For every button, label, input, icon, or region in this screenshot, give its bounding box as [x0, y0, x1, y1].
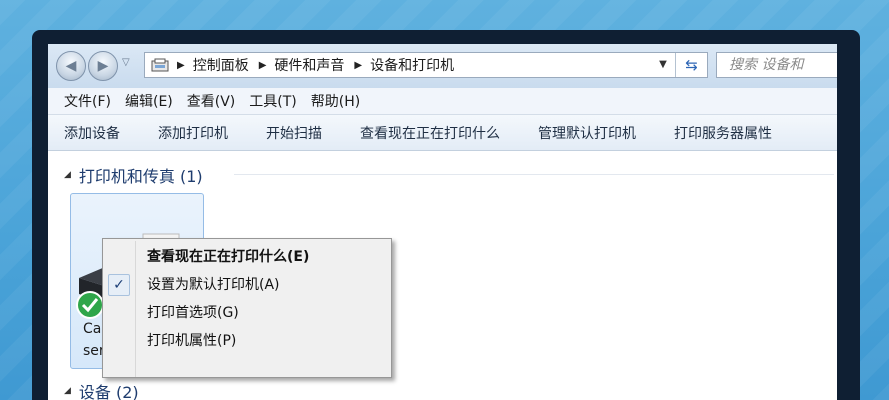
back-button[interactable]: ◀ [56, 51, 86, 81]
check-icon: ✓ [108, 274, 130, 296]
menu-item-set-default-printer[interactable]: ✓ 设置为默认打印机(A) [103, 271, 391, 299]
menu-item-label: 查看现在正在打印什么(E) [147, 249, 310, 265]
default-printer-check-icon [76, 291, 104, 319]
menu-file[interactable]: 文件(F) [64, 91, 111, 111]
breadcrumb-separator-icon[interactable]: ▶ [177, 60, 185, 71]
see-whats-printing-button[interactable]: 查看现在正在打印什么 [350, 123, 510, 143]
collapse-triangle-icon[interactable]: ◢ [64, 170, 71, 180]
address-row: ◀ ▶ ▽ ▶ 控制面板 ▶ 硬件和声音 ▶ 设备和打印机 ▼ ⇆ 搜索 设备和 [48, 44, 837, 88]
forward-arrow-icon: ▶ [97, 58, 109, 74]
menu-edit[interactable]: 编辑(E) [125, 91, 173, 111]
menu-item-printing-preferences[interactable]: 打印首选项(G) [103, 299, 391, 327]
collapse-triangle-icon[interactable]: ◢ [64, 386, 71, 396]
menu-item-label: 打印首选项(G) [147, 305, 239, 321]
breadcrumb-separator-icon[interactable]: ▶ [354, 60, 362, 71]
menu-item-see-whats-printing[interactable]: 查看现在正在打印什么(E) [103, 243, 391, 271]
forward-button[interactable]: ▶ [88, 51, 118, 81]
breadcrumb-separator-icon[interactable]: ▶ [259, 60, 267, 71]
address-dropdown-icon[interactable]: ▼ [655, 53, 671, 77]
add-device-button[interactable]: 添加设备 [54, 123, 130, 143]
group-header-devices[interactable]: ◢ 设备 (2) [64, 379, 139, 400]
group-title-devices: 设备 (2) [78, 383, 139, 400]
menu-view[interactable]: 查看(V) [187, 91, 236, 111]
group-header-printers[interactable]: ◢ 打印机和传真 (1) [64, 163, 203, 187]
menu-tools[interactable]: 工具(T) [249, 91, 296, 111]
add-printer-button[interactable]: 添加打印机 [148, 123, 238, 143]
menu-item-label: 设置为默认打印机(A) [147, 277, 280, 293]
control-panel-icon [149, 57, 171, 73]
menu-help[interactable]: 帮助(H) [311, 91, 360, 111]
menu-bar: 文件(F) 编辑(E) 查看(V) 工具(T) 帮助(H) [48, 88, 837, 115]
recent-pages-dropdown[interactable]: ▽ [122, 57, 130, 68]
breadcrumb-devices-printers[interactable]: 设备和打印机 [370, 55, 454, 75]
menu-item-printer-properties[interactable]: 打印机属性(P) [103, 327, 391, 355]
command-bar: 添加设备 添加打印机 开始扫描 查看现在正在打印什么 管理默认打印机 打印服务器… [48, 115, 837, 151]
search-input[interactable]: 搜索 设备和 [716, 52, 837, 78]
back-arrow-icon: ◀ [65, 58, 77, 74]
group-title-printers: 打印机和传真 (1) [78, 167, 203, 186]
breadcrumb-hardware-sound[interactable]: 硬件和声音 [274, 55, 344, 75]
address-bar[interactable]: ▶ 控制面板 ▶ 硬件和声音 ▶ 设备和打印机 ▼ ⇆ [144, 52, 708, 78]
context-menu: 查看现在正在打印什么(E) ✓ 设置为默认打印机(A) 打印首选项(G) 打印机… [102, 238, 392, 378]
print-server-properties-button[interactable]: 打印服务器属性 [664, 123, 782, 143]
breadcrumb-control-panel[interactable]: 控制面板 [193, 55, 249, 75]
menu-item-label: 打印机属性(P) [147, 333, 237, 349]
start-scan-button[interactable]: 开始扫描 [256, 123, 332, 143]
group-divider [234, 174, 834, 175]
manage-default-printers-button[interactable]: 管理默认打印机 [528, 123, 646, 143]
refresh-icon[interactable]: ⇆ [675, 53, 707, 77]
